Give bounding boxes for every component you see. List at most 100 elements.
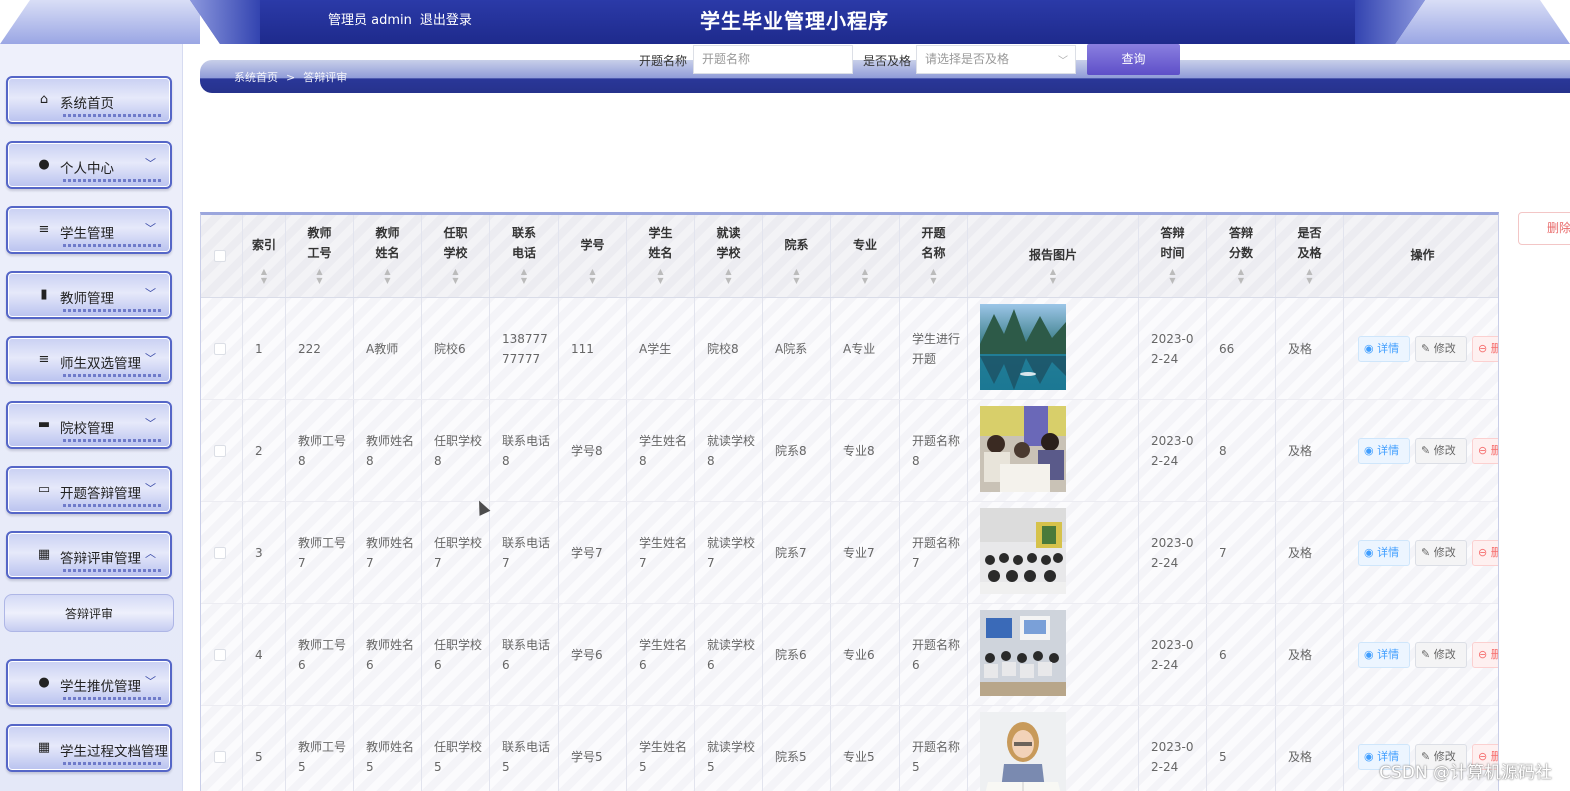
- detail-button[interactable]: ◉ 详情: [1358, 539, 1410, 566]
- pass-filter-select[interactable]: 请选择是否及格: [916, 45, 1076, 74]
- sort-icon[interactable]: ▲ ▼: [968, 267, 1138, 285]
- edit-button[interactable]: ✎ 修改: [1415, 335, 1467, 362]
- sort-icon[interactable]: ▲ ▼: [422, 267, 489, 285]
- defense-review-table: 索引 ▲ ▼ 教师 工号 ▲ ▼ 教师 姓名 ▲ ▼ 任职 学校 ▲ ▼ 联系 电话 ▲ ▼ 学号 ▲ ▼ 学生 姓…: [200, 212, 1499, 791]
- edit-button[interactable]: ✎ 修改: [1415, 539, 1467, 566]
- sidebar-item-5[interactable]: ≡ 师生双选管理 ﹀: [6, 336, 172, 384]
- column-header-teacher_no[interactable]: 教师 工号 ▲ ▼: [286, 215, 354, 297]
- cell-student_name: 学生姓名8: [627, 400, 695, 501]
- detail-button[interactable]: ◉ 详情: [1358, 437, 1410, 464]
- cell-time: 2023-02-24: [1139, 604, 1207, 705]
- breadcrumb-current: 答辩评审: [303, 71, 348, 84]
- sidebar-item-7[interactable]: ▭ 开题答辩管理 ﹀: [6, 466, 172, 514]
- cell-teacher_no: 教师工号8: [286, 400, 354, 501]
- column-header-phone[interactable]: 联系 电话 ▲ ▼: [490, 215, 559, 297]
- cell-major: 专业8: [831, 400, 900, 501]
- column-header-study_school[interactable]: 就读 学校 ▲ ▼: [695, 215, 763, 297]
- cell-text: 联系电话5: [502, 739, 551, 774]
- delete-button[interactable]: ⊖ 删除: [1472, 335, 1498, 362]
- sort-icon[interactable]: ▲ ▼: [1207, 267, 1275, 285]
- delete-button[interactable]: ⊖ 删除: [1472, 539, 1498, 566]
- column-header-score[interactable]: 答辩 分数 ▲ ▼: [1207, 215, 1276, 297]
- delete-button[interactable]: ⊖ 删除: [1472, 437, 1498, 464]
- row-checkbox[interactable]: [214, 444, 226, 457]
- column-header-student_name[interactable]: 学生 姓名 ▲ ▼: [627, 215, 695, 297]
- cell-score: 8: [1207, 400, 1276, 501]
- sidebar-item-10[interactable]: ▦ 学生过程文档管理: [6, 724, 172, 772]
- chevron-icon: ﹀: [145, 417, 156, 430]
- edit-button[interactable]: ✎ 修改: [1415, 641, 1467, 668]
- report-image[interactable]: [980, 712, 1066, 791]
- sidebar-item-8[interactable]: ▦ 答辩评审管理 ︿: [6, 531, 172, 579]
- logout-link[interactable]: 退出登录: [420, 13, 472, 28]
- cell-text: 学生姓名7: [639, 535, 688, 570]
- cell-text: 2: [255, 443, 263, 458]
- topic-search-input[interactable]: 开题名称: [693, 45, 853, 74]
- column-header-student_no[interactable]: 学号 ▲ ▼: [559, 215, 627, 297]
- edit-button[interactable]: ✎ 修改: [1415, 437, 1467, 464]
- cell-pass: 及格: [1276, 400, 1344, 501]
- column-header-topic[interactable]: 开题 名称 ▲ ▼: [900, 215, 968, 297]
- sidebar-item-9[interactable]: ● 学生推优管理 ﹀: [6, 659, 172, 707]
- menu-decoration: [63, 569, 162, 572]
- delete-button[interactable]: ⊖ 删除: [1472, 641, 1498, 668]
- book-icon: ▮: [40, 287, 48, 302]
- sidebar-item-3[interactable]: ≡ 学生管理 ﹀: [6, 206, 172, 254]
- sort-icon[interactable]: ▲ ▼: [627, 267, 694, 285]
- sidebar-item-1[interactable]: ⌂ 系统首页: [6, 76, 172, 124]
- column-header-pass[interactable]: 是否 及格 ▲ ▼: [1276, 215, 1344, 297]
- sidebar-item-6[interactable]: ▬ 院校管理 ﹀: [6, 401, 172, 449]
- detail-button[interactable]: ◉ 详情: [1358, 641, 1410, 668]
- breadcrumb-home[interactable]: 系统首页: [234, 71, 278, 84]
- report-image[interactable]: [980, 610, 1066, 696]
- user-icon: ●: [38, 675, 50, 690]
- cell-text: 专业8: [843, 443, 875, 458]
- column-header-major[interactable]: 专业 ▲ ▼: [831, 215, 900, 297]
- column-header-ops[interactable]: 操作: [1344, 215, 1498, 297]
- report-image[interactable]: [980, 406, 1066, 492]
- cell-school: 院校6: [422, 298, 490, 399]
- sort-icon[interactable]: ▲ ▼: [1276, 267, 1343, 285]
- column-header-image[interactable]: 报告图片 ▲ ▼: [968, 215, 1139, 297]
- query-button[interactable]: 查询: [1087, 44, 1180, 75]
- checkbox[interactable]: [214, 250, 226, 262]
- detail-button[interactable]: ◉ 详情: [1358, 335, 1410, 362]
- cell-text: 教师工号8: [298, 433, 347, 468]
- cell-time: 2023-02-24: [1139, 400, 1207, 501]
- column-header-time[interactable]: 答辩 时间 ▲ ▼: [1139, 215, 1207, 297]
- sort-icon[interactable]: ▲ ▼: [763, 267, 830, 285]
- report-image[interactable]: [980, 508, 1066, 594]
- submenu-item-defense-review[interactable]: 答辩评审: [4, 594, 174, 632]
- report-image-cell: [968, 706, 1139, 791]
- cell-pass: 及格: [1276, 706, 1344, 791]
- batch-delete-button[interactable]: 删除: [1518, 212, 1570, 245]
- sort-icon[interactable]: ▲ ▼: [286, 267, 353, 285]
- sort-icon[interactable]: ▲ ▼: [831, 267, 899, 285]
- select-all-checkbox[interactable]: [201, 215, 243, 297]
- sidebar-item-4[interactable]: ▮ 教师管理 ﹀: [6, 271, 172, 319]
- column-header-dept[interactable]: 院系 ▲ ▼: [763, 215, 831, 297]
- sort-icon[interactable]: ▲ ▼: [1139, 267, 1206, 285]
- report-image[interactable]: [980, 304, 1066, 390]
- row-checkbox[interactable]: [214, 342, 226, 355]
- cell-teacher_no: 教师工号5: [286, 706, 354, 791]
- sort-icon[interactable]: ▲ ▼: [695, 267, 762, 285]
- cell-text: 联系电话7: [502, 535, 551, 570]
- row-select-cell: [201, 604, 243, 705]
- column-header-index[interactable]: 索引 ▲ ▼: [243, 215, 286, 297]
- sort-icon[interactable]: ▲ ▼: [490, 267, 558, 285]
- cell-text: 2023-02-24: [1151, 331, 1194, 366]
- row-checkbox[interactable]: [214, 750, 226, 763]
- sort-icon[interactable]: ▲ ▼: [354, 267, 421, 285]
- column-header-teacher_name[interactable]: 教师 姓名 ▲ ▼: [354, 215, 422, 297]
- sort-icon[interactable]: ▲ ▼: [900, 267, 967, 285]
- sort-icon[interactable]: ▲ ▼: [559, 267, 626, 285]
- row-checkbox[interactable]: [214, 648, 226, 661]
- sidebar-item-2[interactable]: ● 个人中心 ﹀: [6, 141, 172, 189]
- cell-phone: 联系电话5: [490, 706, 559, 791]
- column-header-label: 操作: [1410, 248, 1435, 262]
- cell-text: 222: [298, 341, 321, 356]
- column-header-school[interactable]: 任职 学校 ▲ ▼: [422, 215, 490, 297]
- row-checkbox[interactable]: [214, 546, 226, 559]
- sort-icon[interactable]: ▲ ▼: [243, 267, 285, 285]
